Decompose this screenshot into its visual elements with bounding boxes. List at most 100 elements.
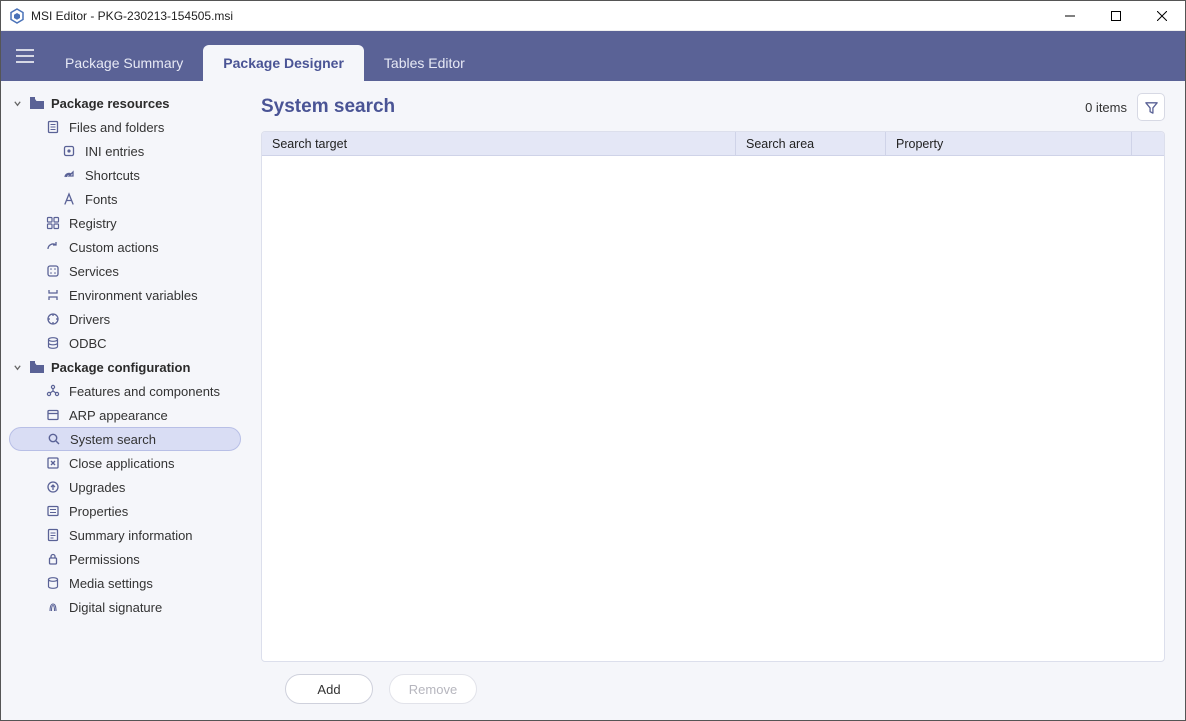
tree-item-label: Features and components	[69, 384, 220, 399]
sidebar: Package resources Files and folders INI …	[1, 81, 249, 720]
table-header: Search target Search area Property	[262, 132, 1164, 156]
sidebar-item-custom-actions[interactable]: Custom actions	[9, 235, 241, 259]
folder-icon	[29, 359, 45, 375]
col-property[interactable]: Property	[886, 132, 1132, 155]
tree-item-label: Drivers	[69, 312, 110, 327]
tree-item-label: Permissions	[69, 552, 140, 567]
shortcut-icon	[61, 167, 77, 183]
sidebar-item-ini-entries[interactable]: INI entries	[9, 139, 241, 163]
sidebar-item-summary-info[interactable]: Summary information	[9, 523, 241, 547]
add-button[interactable]: Add	[285, 674, 373, 704]
sidebar-item-arp[interactable]: ARP appearance	[9, 403, 241, 427]
tree-item-label: Digital signature	[69, 600, 162, 615]
tree-item-label: Environment variables	[69, 288, 198, 303]
tree-item-label: Files and folders	[69, 120, 164, 135]
fingerprint-icon	[45, 599, 61, 615]
components-icon	[45, 383, 61, 399]
window-controls	[1047, 1, 1185, 30]
services-icon	[45, 263, 61, 279]
header-right: 0 items	[1085, 93, 1165, 121]
footer-actions: Add Remove	[261, 662, 1165, 704]
lock-icon	[45, 551, 61, 567]
sidebar-item-odbc[interactable]: ODBC	[9, 331, 241, 355]
chevron-down-icon	[13, 99, 23, 108]
minimize-button[interactable]	[1047, 1, 1093, 30]
window-icon	[45, 407, 61, 423]
tree-item-label: Registry	[69, 216, 117, 231]
registry-icon	[45, 215, 61, 231]
tree-section-resources[interactable]: Package resources	[5, 91, 245, 115]
sidebar-item-system-search[interactable]: System search	[9, 427, 241, 451]
sidebar-item-shortcuts[interactable]: Shortcuts	[9, 163, 241, 187]
sidebar-item-properties[interactable]: Properties	[9, 499, 241, 523]
results-table: Search target Search area Property	[261, 131, 1165, 662]
col-tail	[1132, 132, 1164, 155]
sidebar-item-registry[interactable]: Registry	[9, 211, 241, 235]
summary-icon	[45, 527, 61, 543]
sidebar-item-drivers[interactable]: Drivers	[9, 307, 241, 331]
tree-item-label: Fonts	[85, 192, 118, 207]
drivers-icon	[45, 311, 61, 327]
nav-tabs: Package Summary Package Designer Tables …	[45, 31, 485, 81]
tree-section-config[interactable]: Package configuration	[5, 355, 245, 379]
env-icon	[45, 287, 61, 303]
filter-button[interactable]	[1137, 93, 1165, 121]
sidebar-item-fonts[interactable]: Fonts	[9, 187, 241, 211]
tree-item-label: Upgrades	[69, 480, 125, 495]
top-ribbon: Package Summary Package Designer Tables …	[1, 31, 1185, 81]
database-icon	[45, 335, 61, 351]
tree-item-label: Media settings	[69, 576, 153, 591]
tree-item-label: ARP appearance	[69, 408, 168, 423]
sidebar-item-env-variables[interactable]: Environment variables	[9, 283, 241, 307]
menu-button[interactable]	[5, 31, 45, 81]
tree-children-config: Features and components ARP appearance S…	[5, 379, 245, 619]
tree-section-label: Package resources	[51, 96, 170, 111]
close-button[interactable]	[1139, 1, 1185, 30]
tree-item-label: Custom actions	[69, 240, 159, 255]
col-search-area[interactable]: Search area	[736, 132, 886, 155]
item-count: 0 items	[1085, 100, 1127, 115]
custom-action-icon	[45, 239, 61, 255]
col-search-target[interactable]: Search target	[262, 132, 736, 155]
folder-icon	[29, 95, 45, 111]
tree-item-label: ODBC	[69, 336, 107, 351]
properties-icon	[45, 503, 61, 519]
maximize-button[interactable]	[1093, 1, 1139, 30]
ini-icon	[61, 143, 77, 159]
tree-item-label: Properties	[69, 504, 128, 519]
title-bar: MSI Editor - PKG-230213-154505.msi	[1, 1, 1185, 31]
sidebar-item-digital-signature[interactable]: Digital signature	[9, 595, 241, 619]
tab-tables-editor[interactable]: Tables Editor	[364, 45, 485, 81]
app-icon	[9, 8, 25, 24]
sidebar-item-media[interactable]: Media settings	[9, 571, 241, 595]
tree-item-label: Shortcuts	[85, 168, 140, 183]
tree-item-label: Close applications	[69, 456, 175, 471]
font-icon	[61, 191, 77, 207]
tab-package-designer[interactable]: Package Designer	[203, 45, 364, 81]
sidebar-item-close-apps[interactable]: Close applications	[9, 451, 241, 475]
sidebar-item-services[interactable]: Services	[9, 259, 241, 283]
media-icon	[45, 575, 61, 591]
tree-children-resources: Files and folders INI entries Shortcuts …	[5, 115, 245, 355]
chevron-down-icon	[13, 363, 23, 372]
search-icon	[46, 431, 62, 447]
table-body	[262, 156, 1164, 661]
tree-item-label: INI entries	[85, 144, 144, 159]
content-header: System search 0 items	[261, 93, 1165, 121]
tree-item-label: Services	[69, 264, 119, 279]
upgrades-icon	[45, 479, 61, 495]
sidebar-item-upgrades[interactable]: Upgrades	[9, 475, 241, 499]
sidebar-item-files-and-folders[interactable]: Files and folders	[9, 115, 241, 139]
close-apps-icon	[45, 455, 61, 471]
sidebar-item-features[interactable]: Features and components	[9, 379, 241, 403]
content-area: System search 0 items Search target Sear…	[249, 81, 1185, 720]
main-area: Package resources Files and folders INI …	[1, 81, 1185, 720]
tab-package-summary[interactable]: Package Summary	[45, 45, 203, 81]
remove-button: Remove	[389, 674, 477, 704]
sidebar-item-permissions[interactable]: Permissions	[9, 547, 241, 571]
tree-section-label: Package configuration	[51, 360, 190, 375]
tree-item-label: Summary information	[69, 528, 193, 543]
page-title: System search	[261, 96, 395, 118]
window-title: MSI Editor - PKG-230213-154505.msi	[31, 9, 1047, 23]
document-icon	[45, 119, 61, 135]
